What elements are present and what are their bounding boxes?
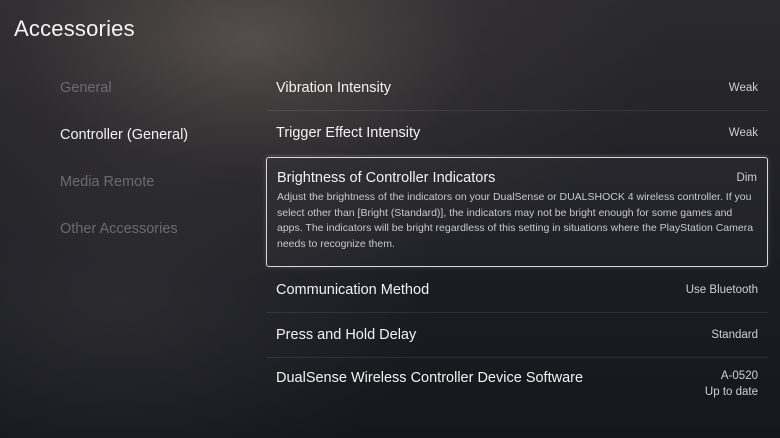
trigger-effect-intensity-value: Weak (728, 127, 758, 139)
vibration-intensity-row[interactable]: Vibration Intensity Weak (266, 66, 768, 111)
brightness-indicators-description: Adjust the brightness of the indicators … (277, 191, 754, 250)
sidebar-item-controller-general[interactable]: Controller (General) (60, 123, 260, 170)
device-software-row[interactable]: DualSense Wireless Controller Device Sof… (266, 358, 768, 418)
communication-method-label: Communication Method (276, 282, 430, 298)
vibration-intensity-value: Weak (728, 82, 758, 94)
brightness-indicators-value: Dim (736, 172, 757, 184)
brightness-indicators-head: Brightness of Controller Indicators Dim (277, 170, 757, 186)
brightness-indicators-row[interactable]: Brightness of Controller Indicators Dim … (266, 157, 768, 267)
page-title: Accessories (14, 16, 135, 41)
sidebar-item-media-remote[interactable]: Media Remote (60, 170, 260, 217)
sidebar-item-other-accessories[interactable]: Other Accessories (60, 217, 260, 264)
trigger-effect-intensity-row[interactable]: Trigger Effect Intensity Weak (266, 111, 768, 156)
device-software-update-status: Up to date (704, 386, 758, 398)
vibration-intensity-label: Vibration Intensity (276, 80, 391, 96)
device-software-label: DualSense Wireless Controller Device Sof… (276, 370, 584, 386)
device-software-version: A-0520 (720, 370, 758, 382)
press-hold-delay-row[interactable]: Press and Hold Delay Standard (266, 313, 768, 358)
press-hold-delay-value: Standard (711, 329, 758, 341)
trigger-effect-intensity-label: Trigger Effect Intensity (276, 125, 421, 141)
sidebar-item-general[interactable]: General (60, 76, 260, 123)
communication-method-value: Use Bluetooth (685, 284, 758, 296)
sidebar: General Controller (General) Media Remot… (60, 76, 260, 264)
brightness-indicators-label: Brightness of Controller Indicators (277, 170, 496, 186)
device-software-status: A-0520 Up to date (705, 370, 758, 398)
settings-list: Vibration Intensity Weak Trigger Effect … (266, 66, 768, 418)
communication-method-row[interactable]: Communication Method Use Bluetooth (266, 268, 768, 313)
press-hold-delay-label: Press and Hold Delay (276, 327, 417, 343)
